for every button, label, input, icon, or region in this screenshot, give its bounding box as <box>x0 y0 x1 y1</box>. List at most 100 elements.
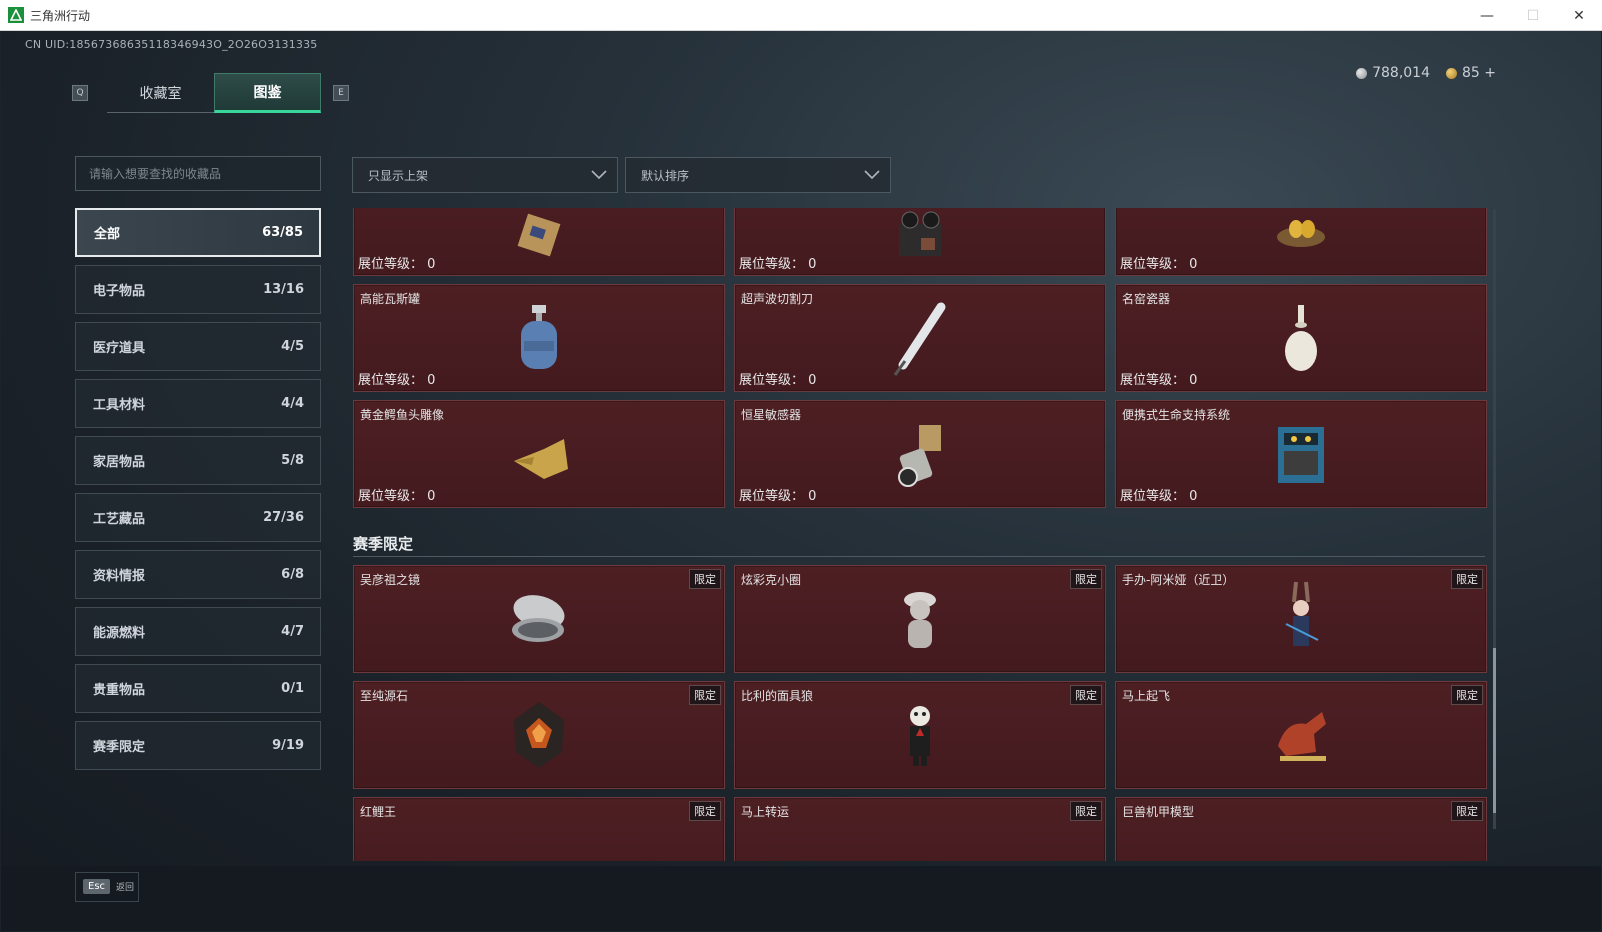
category-electronics[interactable]: 电子物品 13/16 <box>75 265 321 314</box>
mech-model-icon <box>1256 836 1346 861</box>
tab-codex[interactable]: 图鉴 <box>214 73 321 113</box>
gold-horse-icon <box>875 836 965 861</box>
category-label: 资料情报 <box>93 569 146 584</box>
limited-badge: 限定 <box>689 569 721 589</box>
booth-level: 展位等级： 0 <box>739 257 817 272</box>
category-count: 4/7 <box>281 624 304 639</box>
category-count: 4/4 <box>281 396 304 411</box>
limited-badge: 限定 <box>689 801 721 821</box>
originium-icon <box>494 690 584 780</box>
collection-grid: 展位等级： 0 展位等级： 0 展位等级： 0 高能瓦斯罐 展位等级： 0 超声… <box>353 208 1491 861</box>
booth-level: 展位等级： 0 <box>739 373 817 388</box>
grid-scrollbar-thumb[interactable] <box>1493 648 1496 813</box>
grid-row: 吴彦祖之镜 限定 炫彩克小圈 限定 手办-阿米娅（近卫） 限定 <box>353 565 1487 673</box>
gas-tank-icon <box>494 293 584 383</box>
limited-badge: 限定 <box>1070 569 1102 589</box>
red-koi-icon <box>494 836 584 861</box>
category-tools[interactable]: 工具材料 4/4 <box>75 379 321 428</box>
collection-card[interactable]: 展位等级： 0 <box>734 208 1106 276</box>
compact-mirror-icon <box>494 574 584 664</box>
gold-device-icon <box>494 208 584 278</box>
category-all[interactable]: 全部 63/85 <box>75 208 321 257</box>
back-label: 返回 <box>116 883 135 893</box>
item-name: 便携式生命支持系统 <box>1122 408 1231 422</box>
item-name: 高能瓦斯罐 <box>360 292 421 306</box>
item-name: 至纯源石 <box>360 689 409 703</box>
item-name: 比利的面具狼 <box>741 689 814 703</box>
category-intel[interactable]: 资料情报 6/8 <box>75 550 321 599</box>
sort-value: 默认排序 <box>641 168 690 183</box>
collection-card[interactable]: 比利的面具狼 限定 <box>734 681 1106 789</box>
booth-level: 展位等级： 0 <box>1120 373 1198 388</box>
key-hint-q[interactable]: Q <box>72 85 88 101</box>
key-hint-e[interactable]: E <box>333 85 349 101</box>
booth-level: 展位等级： 0 <box>1120 257 1198 272</box>
ultrasonic-cutter-icon <box>875 293 965 383</box>
category-medical[interactable]: 医疗道具 4/5 <box>75 322 321 371</box>
item-name: 巨兽机甲模型 <box>1122 805 1195 819</box>
category-count: 5/8 <box>281 453 304 468</box>
collection-card[interactable]: 手办-阿米娅（近卫） 限定 <box>1115 565 1487 673</box>
collection-card[interactable]: 炫彩克小圈 限定 <box>734 565 1106 673</box>
silver-amount: 788,014 <box>1372 65 1430 81</box>
category-count: 9/19 <box>272 738 304 753</box>
display-filter-dropdown[interactable]: 只显示上架 <box>352 157 618 193</box>
game-viewport: CN UID:18567368635118346943O_2O26O313133… <box>1 31 1601 931</box>
esc-key-hint: Esc <box>83 879 111 894</box>
limited-badge: 限定 <box>1451 569 1483 589</box>
collection-card[interactable]: 黄金鳄鱼头雕像 展位等级： 0 <box>353 400 725 508</box>
collection-card[interactable]: 至纯源石 限定 <box>353 681 725 789</box>
maximize-button[interactable]: ☐ <box>1510 0 1556 31</box>
item-name: 马上起飞 <box>1122 689 1171 703</box>
chevron-down-icon <box>591 170 607 180</box>
collection-card[interactable]: 巨兽机甲模型 限定 <box>1115 797 1487 861</box>
collection-card[interactable]: 吴彦祖之镜 限定 <box>353 565 725 673</box>
collection-card[interactable]: 高能瓦斯罐 展位等级： 0 <box>353 284 725 392</box>
category-household[interactable]: 家居物品 5/8 <box>75 436 321 485</box>
category-count: 4/5 <box>281 339 304 354</box>
collection-card[interactable]: 马上转运 限定 <box>734 797 1106 861</box>
star-sensor-icon <box>875 409 965 499</box>
booth-level: 展位等级： 0 <box>358 373 436 388</box>
collection-card[interactable]: 便携式生命支持系统 展位等级： 0 <box>1115 400 1487 508</box>
life-support-icon <box>1256 409 1346 499</box>
category-crafts[interactable]: 工艺藏品 27/36 <box>75 493 321 542</box>
booth-level: 展位等级： 0 <box>358 257 436 272</box>
minimize-button[interactable]: — <box>1464 0 1510 31</box>
collection-card[interactable]: 展位等级： 0 <box>353 208 725 276</box>
gold-currency[interactable]: 85 + <box>1446 65 1496 81</box>
footer-bar <box>1 866 1601 931</box>
category-count: 27/36 <box>263 510 304 525</box>
collection-card[interactable]: 名窑瓷器 展位等级： 0 <box>1115 284 1487 392</box>
gold-amount: 85 + <box>1462 65 1496 81</box>
item-name: 吴彦祖之镜 <box>360 573 421 587</box>
collection-card[interactable]: 展位等级： 0 <box>1115 208 1487 276</box>
collection-card[interactable]: 马上起飞 限定 <box>1115 681 1487 789</box>
grid-row: 黄金鳄鱼头雕像 展位等级： 0 恒星敏感器 展位等级： 0 便携式生命支持系统 … <box>353 400 1487 508</box>
silver-coin-icon <box>1356 67 1368 79</box>
category-count: 13/16 <box>263 282 304 297</box>
collection-card[interactable]: 红鲤王 限定 <box>353 797 725 861</box>
porcelain-vase-icon <box>1256 293 1346 383</box>
item-name: 名窑瓷器 <box>1122 292 1171 306</box>
category-label: 工具材料 <box>93 398 146 413</box>
collection-card[interactable]: 恒星敏感器 展位等级： 0 <box>734 400 1106 508</box>
search-input[interactable]: 请输入想要查找的收藏品 <box>75 156 321 191</box>
category-season-limited[interactable]: 赛季限定 9/19 <box>75 721 321 770</box>
booth-level: 展位等级： 0 <box>358 489 436 504</box>
grid-row: 展位等级： 0 展位等级： 0 展位等级： 0 <box>353 208 1487 276</box>
gold-coin-icon <box>1446 67 1457 79</box>
display-filter-value: 只显示上架 <box>368 168 429 183</box>
limited-badge: 限定 <box>1451 801 1483 821</box>
currency-bar: 788,014 85 + <box>1356 65 1496 81</box>
limited-badge: 限定 <box>1451 685 1483 705</box>
close-button[interactable]: ✕ <box>1556 0 1602 31</box>
category-energy[interactable]: 能源燃料 4/7 <box>75 607 321 656</box>
grid-row: 高能瓦斯罐 展位等级： 0 超声波切割刀 展位等级： 0 名窑瓷器 展位等级： … <box>353 284 1487 392</box>
back-button[interactable]: Esc 返回 <box>83 879 134 894</box>
sort-dropdown[interactable]: 默认排序 <box>625 157 891 193</box>
category-valuables[interactable]: 贵重物品 0/1 <box>75 664 321 713</box>
collection-card[interactable]: 超声波切割刀 展位等级： 0 <box>734 284 1106 392</box>
tab-collection-room[interactable]: 收藏室 <box>107 73 214 113</box>
category-label: 家居物品 <box>93 455 146 470</box>
